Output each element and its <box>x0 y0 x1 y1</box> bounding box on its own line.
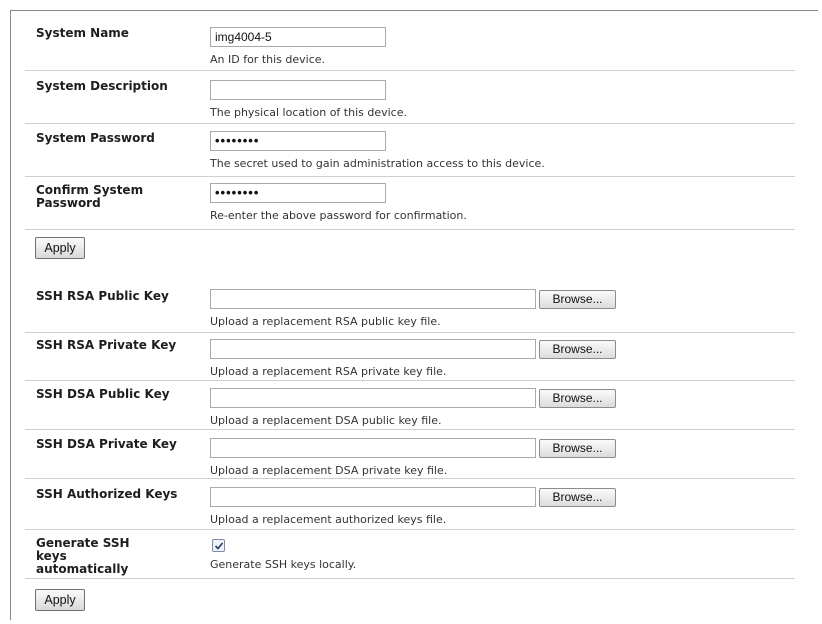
ssh-authorized-help: Upload a replacement authorized keys fil… <box>210 513 447 526</box>
ssh-apply-button[interactable]: Apply <box>35 589 85 611</box>
ssh-dsa-private-file-input[interactable] <box>210 438 536 458</box>
ssh-dsa-private-label: SSH DSA Private Key <box>36 437 177 451</box>
ssh-dsa-public-row: SSH DSA Public Key Browse... Upload a re… <box>27 381 793 429</box>
ssh-rsa-private-label: SSH RSA Private Key <box>36 338 177 352</box>
ssh-dsa-public-label: SSH DSA Public Key <box>36 387 170 401</box>
ssh-generate-checkbox[interactable] <box>212 539 225 552</box>
system-description-help: The physical location of this device. <box>210 106 407 119</box>
ssh-rsa-public-file-input[interactable] <box>210 289 536 309</box>
system-description-label: System Description <box>36 79 168 93</box>
ssh-rsa-public-label: SSH RSA Public Key <box>36 289 169 303</box>
ssh-generate-label: Generate SSH keys automatically <box>36 536 130 576</box>
ssh-dsa-public-file-input[interactable] <box>210 388 536 408</box>
ssh-dsa-public-help: Upload a replacement DSA public key file… <box>210 414 442 427</box>
system-description-input[interactable] <box>210 80 386 100</box>
ssh-rsa-public-browse-button[interactable]: Browse... <box>539 290 616 309</box>
system-password-label: System Password <box>36 131 155 145</box>
confirm-password-label: Confirm System Password <box>36 183 144 210</box>
confirm-password-input[interactable]: •••••••• <box>210 183 386 203</box>
ssh-dsa-private-browse-button[interactable]: Browse... <box>539 439 616 458</box>
system-description-row: System Description The physical location… <box>27 71 793 123</box>
ssh-rsa-private-file-input[interactable] <box>210 339 536 359</box>
settings-panel: System Name img4004-5 An ID for this dev… <box>10 10 818 620</box>
ssh-authorized-row: SSH Authorized Keys Browse... Upload a r… <box>27 479 793 529</box>
divider <box>25 578 795 579</box>
confirm-password-row: Confirm System Password •••••••• Re-ente… <box>27 177 793 229</box>
ssh-dsa-public-browse-button[interactable]: Browse... <box>539 389 616 408</box>
ssh-authorized-label: SSH Authorized Keys <box>36 487 178 501</box>
ssh-generate-help: Generate SSH keys locally. <box>210 558 357 571</box>
checkmark-icon <box>214 542 224 550</box>
confirm-password-help: Re-enter the above password for confirma… <box>210 209 467 222</box>
system-password-row: System Password •••••••• The secret used… <box>27 124 793 176</box>
ssh-generate-row: Generate SSH keys automatically Generate… <box>27 530 793 578</box>
system-name-help: An ID for this device. <box>210 53 326 66</box>
ssh-rsa-private-help: Upload a replacement RSA private key fil… <box>210 365 447 378</box>
system-apply-button[interactable]: Apply <box>35 237 85 259</box>
ssh-rsa-public-help: Upload a replacement RSA public key file… <box>210 315 441 328</box>
system-password-help: The secret used to gain administration a… <box>210 157 545 170</box>
ssh-rsa-public-row: SSH RSA Public Key Browse... Upload a re… <box>27 281 793 331</box>
ssh-authorized-file-input[interactable] <box>210 487 536 507</box>
system-password-input[interactable]: •••••••• <box>210 131 386 151</box>
ssh-authorized-browse-button[interactable]: Browse... <box>539 488 616 507</box>
divider <box>25 229 795 230</box>
ssh-rsa-private-row: SSH RSA Private Key Browse... Upload a r… <box>27 333 793 379</box>
ssh-dsa-private-help: Upload a replacement DSA private key fil… <box>210 464 448 477</box>
ssh-dsa-private-row: SSH DSA Private Key Browse... Upload a r… <box>27 430 793 478</box>
ssh-rsa-private-browse-button[interactable]: Browse... <box>539 340 616 359</box>
system-name-label: System Name <box>36 26 129 40</box>
system-name-row: System Name img4004-5 An ID for this dev… <box>27 11 793 69</box>
system-name-input[interactable]: img4004-5 <box>210 27 386 47</box>
